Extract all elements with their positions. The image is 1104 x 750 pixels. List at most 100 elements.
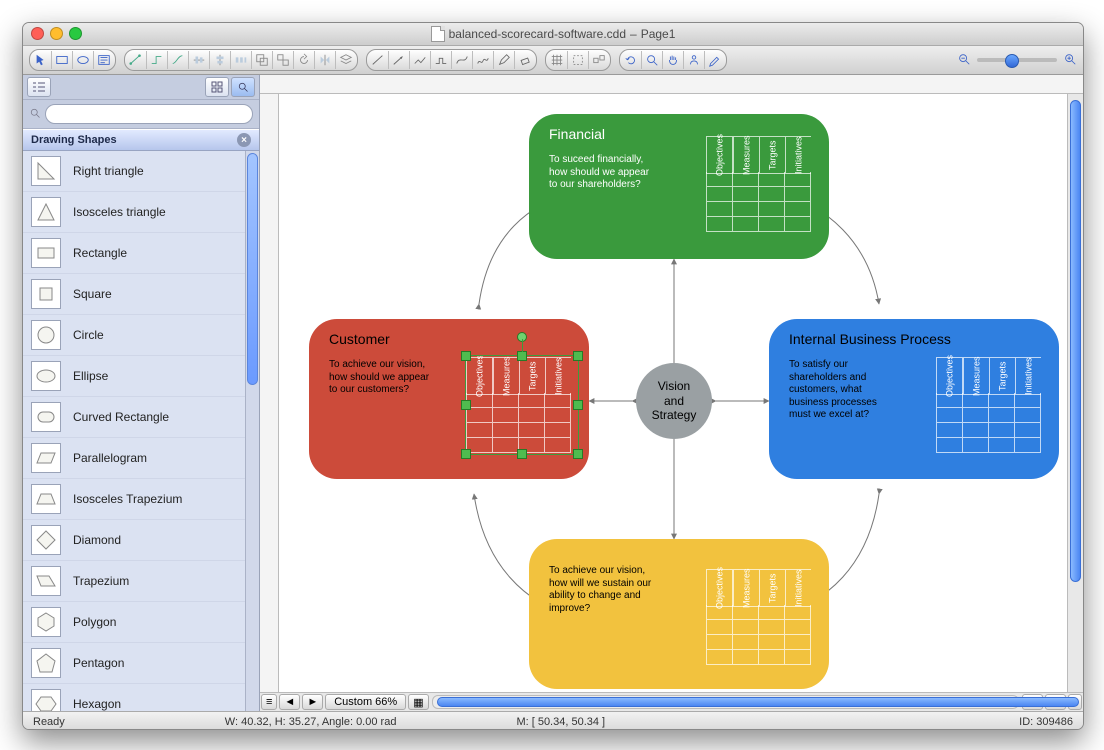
zoom-thumb[interactable] bbox=[1005, 54, 1019, 68]
hscroll-thumb[interactable] bbox=[437, 697, 1079, 707]
close-window-button[interactable] bbox=[31, 27, 44, 40]
shapes-section-title: Drawing Shapes bbox=[31, 134, 117, 146]
canvas-vscroll-thumb[interactable] bbox=[1070, 100, 1081, 582]
drawing-canvas[interactable]: Vision and Strategy Financial To suceed … bbox=[279, 94, 1067, 692]
rect-tool[interactable] bbox=[51, 51, 72, 69]
ungroup-tool[interactable] bbox=[272, 51, 293, 69]
page-nav-prev[interactable]: ◄ bbox=[279, 694, 300, 710]
center-vision-node[interactable]: Vision and Strategy bbox=[636, 363, 712, 439]
panel-tab-tree[interactable] bbox=[27, 77, 51, 97]
shape-item-rectangle[interactable]: Rectangle bbox=[23, 233, 259, 274]
shape-item-trapezium[interactable]: Trapezium bbox=[23, 561, 259, 602]
shape-item-circle[interactable]: Circle bbox=[23, 315, 259, 356]
minimize-window-button[interactable] bbox=[50, 27, 63, 40]
resize-handle-n[interactable] bbox=[517, 351, 527, 361]
resize-handle-s[interactable] bbox=[517, 449, 527, 459]
zoom-level-label[interactable]: Custom 66% bbox=[325, 694, 406, 710]
arrow-tool[interactable] bbox=[388, 51, 409, 69]
page-nav-first[interactable]: ≡ bbox=[261, 694, 277, 710]
panel-tab-search[interactable] bbox=[231, 77, 255, 97]
zoom-track[interactable] bbox=[977, 58, 1057, 62]
ruler-horizontal bbox=[260, 75, 1083, 94]
shape-item-curved-rect[interactable]: Curved Rectangle bbox=[23, 397, 259, 438]
canvas-vscrollbar[interactable] bbox=[1067, 94, 1083, 692]
shape-item-polygon[interactable]: Polygon bbox=[23, 602, 259, 643]
page-grid-button[interactable]: ▦ bbox=[408, 694, 428, 710]
shape-item-square[interactable]: Square bbox=[23, 274, 259, 315]
pointer-tool[interactable] bbox=[31, 51, 51, 69]
shape-item-parallelogram[interactable]: Parallelogram bbox=[23, 438, 259, 479]
connect-curve-tool[interactable] bbox=[167, 51, 188, 69]
snap-objects-tool[interactable] bbox=[588, 51, 609, 69]
curve-tool[interactable] bbox=[451, 51, 472, 69]
curved-rect-icon bbox=[31, 402, 61, 432]
shape-item-label: Diamond bbox=[73, 533, 121, 547]
align-v-tool[interactable] bbox=[209, 51, 230, 69]
shape-item-label: Hexagon bbox=[73, 697, 121, 711]
shape-item-label: Pentagon bbox=[73, 656, 124, 670]
diamond-icon bbox=[31, 525, 61, 555]
resize-handle-se[interactable] bbox=[573, 449, 583, 459]
page-nav-next[interactable]: ► bbox=[302, 694, 323, 710]
align-h-tool[interactable] bbox=[188, 51, 209, 69]
snap-guides-tool[interactable] bbox=[567, 51, 588, 69]
app-window: balanced-scorecard-software.cdd – Page1 bbox=[22, 22, 1084, 730]
freehand-tool[interactable] bbox=[472, 51, 493, 69]
line-tool[interactable] bbox=[368, 51, 388, 69]
status-ready: Ready bbox=[33, 716, 65, 728]
shape-item-label: Polygon bbox=[73, 615, 116, 629]
distribute-tool[interactable] bbox=[230, 51, 251, 69]
zoom-tool[interactable] bbox=[641, 51, 662, 69]
connect-straight-tool[interactable] bbox=[126, 51, 146, 69]
shape-item-label: Isosceles triangle bbox=[73, 205, 166, 219]
shape-item-ellipse[interactable]: Ellipse bbox=[23, 356, 259, 397]
card-internal[interactable]: Internal Business Process To satisfy our… bbox=[769, 319, 1059, 479]
shapes-search-input[interactable] bbox=[45, 104, 253, 124]
pencil-tool[interactable] bbox=[493, 51, 514, 69]
card-title: Customer bbox=[329, 331, 575, 347]
zoom-in-icon[interactable] bbox=[1063, 52, 1077, 69]
flip-tool[interactable] bbox=[314, 51, 335, 69]
textbox-tool[interactable] bbox=[93, 51, 114, 69]
user-tool[interactable] bbox=[683, 51, 704, 69]
refresh-tool[interactable] bbox=[621, 51, 641, 69]
polyline-tool[interactable] bbox=[430, 51, 451, 69]
resize-handle-sw[interactable] bbox=[461, 449, 471, 459]
shapes-scroll-thumb[interactable] bbox=[247, 153, 258, 385]
broken-line-tool[interactable] bbox=[409, 51, 430, 69]
shape-item-iso-triangle[interactable]: Isosceles triangle bbox=[23, 192, 259, 233]
group-tool[interactable] bbox=[251, 51, 272, 69]
snap-grid-tool[interactable] bbox=[547, 51, 567, 69]
resize-handle-ne[interactable] bbox=[573, 351, 583, 361]
ellipse-tool[interactable] bbox=[72, 51, 93, 69]
shape-item-diamond[interactable]: Diamond bbox=[23, 520, 259, 561]
shape-item-pentagon[interactable]: Pentagon bbox=[23, 643, 259, 684]
shape-item-hexagon[interactable]: Hexagon bbox=[23, 684, 259, 711]
hand-tool[interactable] bbox=[662, 51, 683, 69]
connect-step-tool[interactable] bbox=[146, 51, 167, 69]
layers-tool[interactable] bbox=[335, 51, 356, 69]
hscroll-track[interactable] bbox=[432, 695, 1020, 709]
shape-item-iso-trap[interactable]: Isosceles Trapezium bbox=[23, 479, 259, 520]
eraser-tool[interactable] bbox=[514, 51, 535, 69]
shape-item-right-triangle[interactable]: Right triangle bbox=[23, 151, 259, 192]
zoom-out-icon[interactable] bbox=[957, 52, 971, 69]
zoom-window-button[interactable] bbox=[69, 27, 82, 40]
zoom-slider[interactable] bbox=[957, 52, 1077, 69]
shape-item-label: Square bbox=[73, 287, 112, 301]
status-id: ID: 309486 bbox=[1019, 716, 1073, 728]
selection-box[interactable] bbox=[465, 355, 579, 455]
resize-handle-e[interactable] bbox=[573, 400, 583, 410]
panel-tab-grid[interactable] bbox=[205, 77, 229, 97]
shapes-section-header[interactable]: Drawing Shapes × bbox=[23, 129, 259, 151]
resize-handle-nw[interactable] bbox=[461, 351, 471, 361]
tool-group-view bbox=[619, 49, 727, 71]
edit-tool[interactable] bbox=[704, 51, 725, 69]
shapes-scrollbar[interactable] bbox=[245, 151, 259, 711]
card-financial[interactable]: Financial To suceed financially, how sho… bbox=[529, 114, 829, 259]
resize-handle-w[interactable] bbox=[461, 400, 471, 410]
rotate-tool[interactable] bbox=[293, 51, 314, 69]
card-learning[interactable]: To achieve our vision, how will we susta… bbox=[529, 539, 829, 689]
close-section-icon[interactable]: × bbox=[237, 133, 251, 147]
shape-item-label: Parallelogram bbox=[73, 451, 147, 465]
